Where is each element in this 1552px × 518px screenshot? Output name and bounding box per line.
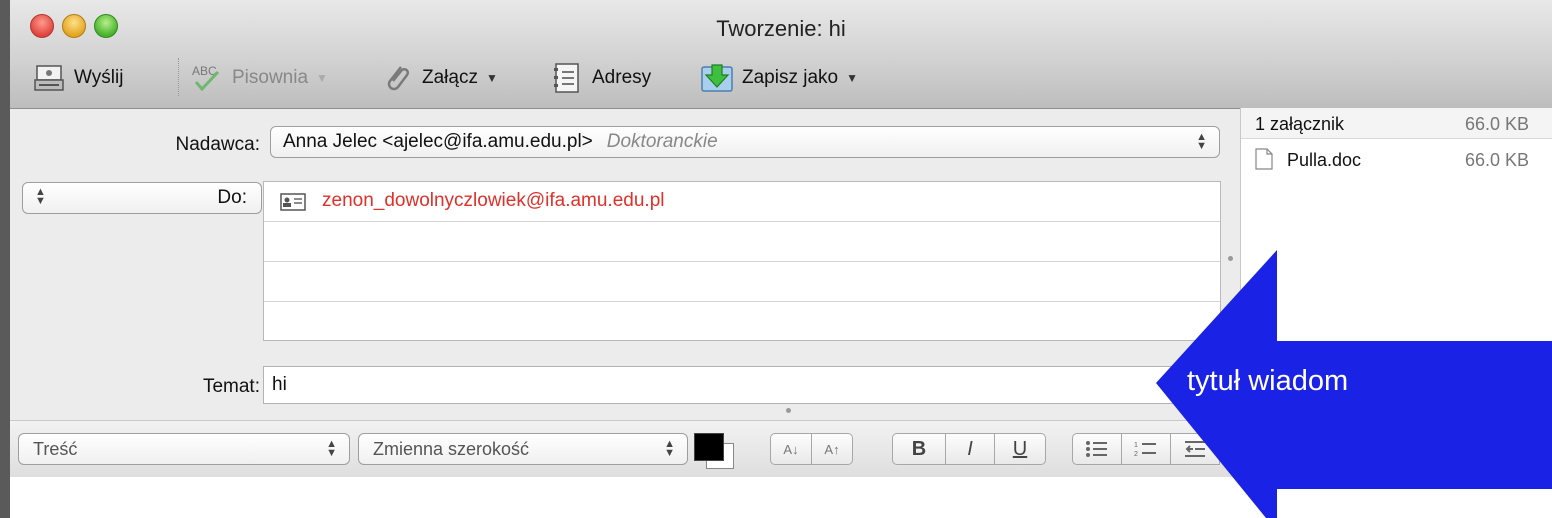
subject-label: Temat: <box>202 376 260 397</box>
bullet-list-button[interactable] <box>1072 433 1122 465</box>
download-arrow-icon <box>700 61 734 95</box>
subject-input[interactable]: hi <box>263 366 1221 404</box>
recipients-field[interactable]: zenon_dowolnyczlowiek@ifa.amu.edu.pl <box>263 181 1221 341</box>
attachments-count: 1 załącznik <box>1255 114 1345 134</box>
numbered-list-icon: 1 2 <box>1134 442 1156 458</box>
attach-button[interactable]: Załącz ▼ <box>380 58 498 98</box>
attachments-header: 1 załącznik 66.0 KB <box>1241 108 1552 139</box>
recipient-row-empty[interactable] <box>264 262 1220 302</box>
increase-font-size-button[interactable]: A↑ <box>811 433 853 465</box>
stepper-icon: ▲ ▼ <box>35 186 46 207</box>
spelling-label: Pisownia <box>232 67 309 88</box>
window-title: Tworzenie: hi <box>716 16 846 41</box>
attachment-item[interactable]: Pulla.doc 66.0 KB <box>1241 144 1552 176</box>
stepper-icon: ▲ ▼ <box>1196 131 1207 152</box>
save-as-button[interactable]: Zapisz jako ▼ <box>700 58 858 98</box>
from-account: Doktoranckie <box>606 131 718 152</box>
spell-check-icon: ABC <box>190 61 224 95</box>
bullet-list-icon <box>1086 441 1107 457</box>
chevron-down-icon: ▼ <box>316 71 328 85</box>
attachment-size: 66.0 KB <box>1465 150 1530 170</box>
toolbar: Wyślij ABC Pisownia ▼ Załącz ▼ Adresy Za… <box>10 52 1552 104</box>
toolbar-separator <box>178 58 179 96</box>
decrease-font-size-button[interactable]: A↓ <box>770 433 812 465</box>
paragraph-style-select[interactable]: Treść ▲ ▼ <box>18 433 350 465</box>
from-value: Anna Jelec <ajelec@ifa.amu.edu.pl> <box>283 131 593 152</box>
window-chrome: Tworzenie: hi Wyślij ABC Pisownia ▼ Załą… <box>10 0 1552 109</box>
recipient-type-select[interactable]: ▲ ▼ Do: <box>22 182 262 214</box>
recipient-address[interactable]: zenon_dowolnyczlowiek@ifa.amu.edu.pl <box>322 190 664 212</box>
save-as-label: Zapisz jako <box>742 67 839 88</box>
attachment-name: Pulla.doc <box>1287 150 1362 170</box>
subject-value: hi <box>272 374 287 395</box>
recipient-row-empty[interactable] <box>264 302 1220 342</box>
bold-button[interactable]: B <box>892 433 946 465</box>
chevron-down-icon: ▼ <box>846 71 858 85</box>
paragraph-style-value: Treść <box>33 438 78 459</box>
send-label: Wyślij <box>74 67 124 88</box>
attachments-total-size: 66.0 KB <box>1465 114 1530 134</box>
paperclip-icon <box>380 61 414 95</box>
stepper-icon: ▲ ▼ <box>326 438 337 459</box>
recipient-row-empty[interactable] <box>264 222 1220 262</box>
addresses-button[interactable]: Adresy <box>550 58 651 98</box>
from-select[interactable]: Anna Jelec <ajelec@ifa.amu.edu.pl> Dokto… <box>270 126 1220 158</box>
spelling-button[interactable]: ABC Pisownia ▼ <box>190 58 328 98</box>
address-book-icon <box>550 61 584 95</box>
splitter-handle[interactable] <box>786 408 791 413</box>
addresses-label: Adresy <box>592 67 652 88</box>
svg-text:2: 2 <box>1134 451 1138 458</box>
from-label: Nadawca: <box>175 134 261 155</box>
recipient-row[interactable]: zenon_dowolnyczlowiek@ifa.amu.edu.pl <box>264 182 1220 222</box>
send-icon <box>32 61 66 95</box>
document-icon <box>1255 148 1273 175</box>
svg-text:1: 1 <box>1134 442 1138 449</box>
annotation-text: tytuł wiadom <box>1187 365 1349 397</box>
font-value: Zmienna szerokość <box>373 438 530 459</box>
send-button[interactable]: Wyślij <box>32 58 123 98</box>
underline-button[interactable]: U <box>994 433 1046 465</box>
font-select[interactable]: Zmienna szerokość ▲ ▼ <box>358 433 688 465</box>
italic-button[interactable]: I <box>945 433 995 465</box>
text-color-swatch[interactable] <box>694 433 734 469</box>
stepper-icon: ▲ ▼ <box>664 438 675 459</box>
contact-card-icon <box>280 193 306 216</box>
to-label: Do: <box>217 187 247 208</box>
chevron-down-icon: ▼ <box>485 71 498 85</box>
attach-label: Załącz <box>422 67 478 88</box>
